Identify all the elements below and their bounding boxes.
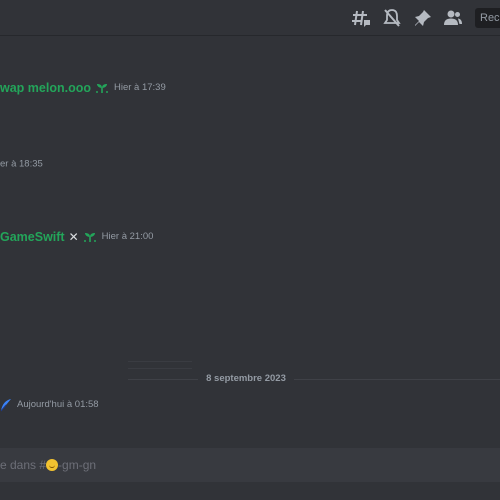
- sun-emoji-icon: [46, 459, 59, 471]
- message-timestamp: Hier à 17:39: [113, 82, 166, 94]
- divider-line: [128, 368, 192, 369]
- message-header: wap melon.ooo Hier à 17:39: [0, 79, 166, 97]
- message-header: GameSwift ✕ Hier à 21:00: [0, 228, 153, 246]
- date-divider-line: [128, 379, 500, 380]
- search-input[interactable]: Rech: [475, 8, 500, 28]
- message-author[interactable]: GameSwift: [0, 230, 65, 244]
- message-header: er à 18:35: [0, 155, 43, 173]
- composer-placeholder[interactable]: e dans # -gm-gn: [0, 457, 96, 473]
- sprout-badge-icon: [95, 82, 109, 94]
- placeholder-channel: -gm-gn: [58, 458, 97, 472]
- message-timestamp: Aujourd'hui à 01:58: [17, 399, 99, 411]
- divider-line: [128, 361, 192, 362]
- message-header: Aujourd'hui à 01:58: [0, 396, 99, 414]
- members-icon[interactable]: [443, 8, 463, 28]
- x-logo-icon: ✕: [68, 229, 79, 244]
- threads-icon[interactable]: [351, 8, 371, 28]
- pin-icon[interactable]: [413, 8, 433, 28]
- placeholder-text: e dans #: [0, 458, 47, 472]
- message-timestamp: er à 18:35: [0, 158, 43, 170]
- sprout-badge-icon: [83, 231, 97, 243]
- mute-bell-icon[interactable]: [382, 8, 402, 28]
- feather-icon: [0, 398, 12, 412]
- channel-header: Rech: [0, 0, 500, 36]
- date-divider: 8 septembre 2023: [198, 373, 294, 384]
- message-timestamp: Hier à 21:00: [101, 231, 154, 243]
- message-author[interactable]: wap melon.ooo: [0, 81, 91, 95]
